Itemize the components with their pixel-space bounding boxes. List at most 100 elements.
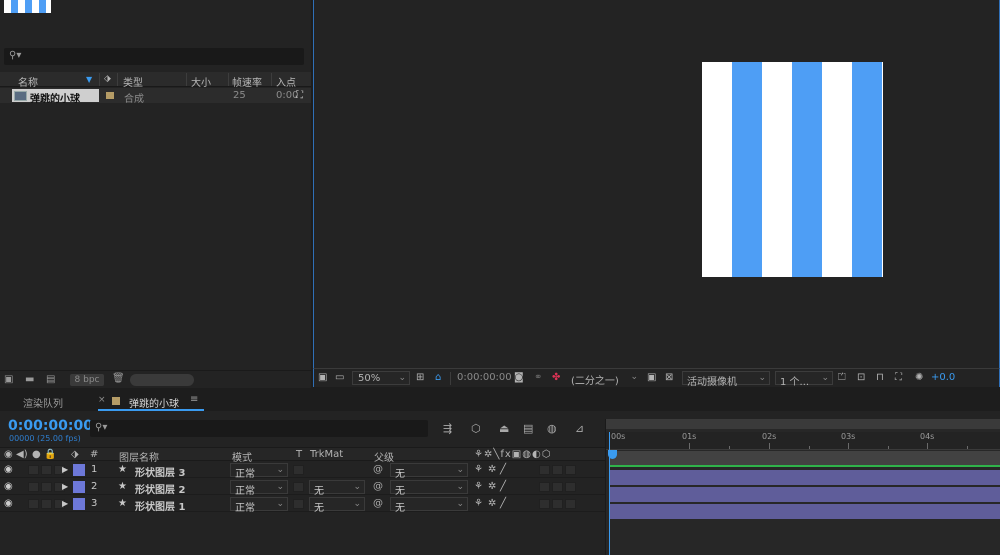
comp-mini-icon[interactable]: ⊓ (876, 372, 884, 383)
project-item-row[interactable]: 弹跳的小球 合成 25 0:00 ⛶ (0, 88, 311, 105)
expand-triangle-icon[interactable]: ▶ (62, 465, 68, 474)
tab-composition[interactable]: 弹跳的小球 (129, 395, 179, 410)
show-snapshot-icon[interactable]: ⚭ (534, 372, 542, 383)
collapse-switch-icon[interactable]: ✲ (488, 481, 496, 492)
new-composition-icon[interactable]: ▤ (46, 375, 55, 385)
camera-dropdown[interactable]: 活动摄像机 ⌄ (682, 371, 770, 388)
time-ruler[interactable]: 00s 01s 02s 03s 04s (606, 432, 1000, 450)
label-color-swatch[interactable] (106, 92, 114, 99)
col-name[interactable]: 名称 (18, 74, 38, 89)
parent-dropdown[interactable]: 无 ⌄ (390, 480, 468, 497)
interpret-footage-icon[interactable]: ▣ (4, 375, 13, 385)
layer-duration-bar[interactable] (609, 487, 1000, 502)
quality-switch-icon[interactable]: ╱ (500, 498, 506, 509)
track-matte-dropdown[interactable]: 无 ⌄ (309, 480, 365, 497)
reset-exposure-icon[interactable]: ✺ (915, 372, 923, 383)
collapse-switch-icon[interactable]: ✲ (488, 498, 496, 509)
pick-whip-icon[interactable]: @ (373, 481, 383, 492)
video-switch-icon[interactable]: ◉ (4, 449, 13, 460)
flowchart-icon[interactable]: ⛶ (296, 90, 303, 101)
bit-depth-button[interactable]: 8 bpc (70, 374, 104, 386)
blend-mode-dropdown[interactable]: 正常 ⌄ (230, 480, 288, 497)
toggle-timeline-icon[interactable]: ⊡ (857, 372, 865, 383)
label-tag-icon[interactable]: ⬗ (104, 74, 111, 84)
lock-icon[interactable]: 🔒 (44, 449, 56, 460)
eye-icon[interactable]: ◉ (4, 481, 13, 492)
quality-switch-icon[interactable]: ╱ (500, 481, 506, 492)
panel-menu-icon[interactable]: ≡ (190, 394, 198, 405)
col-in-point[interactable]: 入点 (276, 74, 296, 89)
flowchart-icon[interactable]: ⛶ (895, 372, 902, 383)
col-trkmat[interactable]: TrkMat (310, 449, 343, 460)
col-framerate[interactable]: 帧速率 (232, 74, 262, 89)
composition-canvas[interactable] (702, 62, 883, 277)
exposure-value[interactable]: +0.0 (931, 372, 955, 383)
layer-name[interactable]: 形状图层 3 (135, 464, 185, 479)
draft-3d-icon[interactable]: ⬡ (471, 422, 481, 435)
work-area-bar[interactable] (609, 451, 1000, 465)
region-of-interest-icon[interactable]: ▣ (647, 372, 656, 383)
layer-label-swatch[interactable] (73, 464, 85, 476)
col-size[interactable]: 大小 (191, 74, 211, 89)
layer-row[interactable]: ◉ ▶ 3 ★ 形状图层 1 正常 ⌄ 无 ⌄ @ 无 ⌄ ⚘ ✲ ╱ (0, 496, 605, 514)
quality-switch-icon[interactable]: ╱ (500, 464, 506, 475)
pick-whip-icon[interactable]: @ (373, 498, 383, 509)
comp-flowchart-icon[interactable]: ⇶ (443, 422, 452, 435)
parent-dropdown[interactable]: 无 ⌄ (390, 463, 468, 480)
time-navigator[interactable] (606, 419, 1000, 429)
resolution-dropdown[interactable]: (二分之一) ⌄ (569, 371, 641, 387)
track-matte-dropdown[interactable]: 无 ⌄ (309, 497, 365, 514)
sort-arrow-icon[interactable]: ▼ (86, 75, 92, 84)
layer-duration-bar[interactable] (609, 470, 1000, 485)
layer-name[interactable]: 形状图层 1 (135, 498, 185, 513)
zoom-dropdown[interactable]: 50% ⌄ (352, 371, 410, 385)
eye-icon[interactable]: ◉ (4, 498, 13, 509)
tab-render-queue[interactable]: 渲染队列 (23, 395, 63, 410)
layer-row[interactable]: ◉ ▶ 1 ★ 形状图层 3 正常 ⌄ @ 无 ⌄ ⚘ ✲ ╱ (0, 462, 605, 480)
views-dropdown[interactable]: 1 个... ⌄ (775, 371, 833, 388)
layer-label-swatch[interactable] (73, 498, 85, 510)
project-search-input[interactable]: ⚲▾ (4, 48, 304, 65)
switches-icons[interactable]: ⚘✲╲fx▣◍◐⬡ (474, 449, 551, 460)
layer-name[interactable]: 形状图层 2 (135, 481, 185, 496)
blend-mode-dropdown[interactable]: 正常 ⌄ (230, 497, 288, 514)
blend-mode-dropdown[interactable]: 正常 ⌄ (230, 463, 288, 480)
trash-icon[interactable]: 🗑 (112, 374, 125, 384)
pick-whip-icon[interactable]: @ (373, 464, 383, 475)
grid-icon[interactable]: ⊞ (416, 372, 424, 383)
composition-viewer[interactable] (313, 0, 1000, 368)
playhead-handle[interactable] (608, 450, 617, 459)
collapse-switch-icon[interactable]: ✲ (488, 464, 496, 475)
shy-layers-icon[interactable]: ⏏ (499, 422, 509, 435)
mask-visibility-icon[interactable]: ⌂ (435, 372, 441, 383)
expand-triangle-icon[interactable]: ▶ (62, 482, 68, 491)
shy-switch-icon[interactable]: ⚘ (474, 498, 483, 509)
label-tag-icon[interactable]: ⬗ (71, 449, 79, 460)
timeline-search-input[interactable]: ⚲▾ (90, 420, 428, 437)
col-number[interactable]: # (90, 449, 98, 460)
fast-preview-icon[interactable]: ⏍ (838, 372, 846, 383)
current-time-display[interactable]: 0:00:00:00 (8, 418, 93, 434)
new-folder-icon[interactable]: ▬ (25, 375, 34, 385)
eye-icon[interactable]: ◉ (4, 464, 13, 475)
shy-switch-icon[interactable]: ⚘ (474, 464, 483, 475)
layer-label-swatch[interactable] (73, 481, 85, 493)
shy-switch-icon[interactable]: ⚘ (474, 481, 483, 492)
viewer-timecode[interactable]: 0:00:00:00 (457, 372, 512, 383)
project-scrollbar[interactable] (130, 374, 194, 386)
layer-row[interactable]: ◉ ▶ 2 ★ 形状图层 2 正常 ⌄ 无 ⌄ @ 无 ⌄ ⚘ ✲ ╱ (0, 479, 605, 497)
graph-editor-icon[interactable]: ⊿ (575, 422, 584, 435)
close-icon[interactable]: × (98, 395, 106, 405)
monitor-icon[interactable]: ▭ (335, 372, 344, 383)
motion-blur-icon[interactable]: ◍ (547, 422, 557, 435)
always-preview-icon[interactable]: ▣ (318, 372, 327, 383)
solo-switch-icon[interactable]: ● (32, 449, 41, 460)
audio-switch-icon[interactable]: ◀) (16, 449, 28, 460)
channel-icon[interactable]: ✤ (552, 372, 560, 383)
frame-blending-icon[interactable]: ▤ (523, 422, 533, 435)
parent-dropdown[interactable]: 无 ⌄ (390, 497, 468, 514)
expand-triangle-icon[interactable]: ▶ (62, 499, 68, 508)
playhead[interactable] (608, 432, 617, 555)
col-type[interactable]: 类型 (123, 74, 143, 89)
col-t[interactable]: T (296, 449, 302, 460)
